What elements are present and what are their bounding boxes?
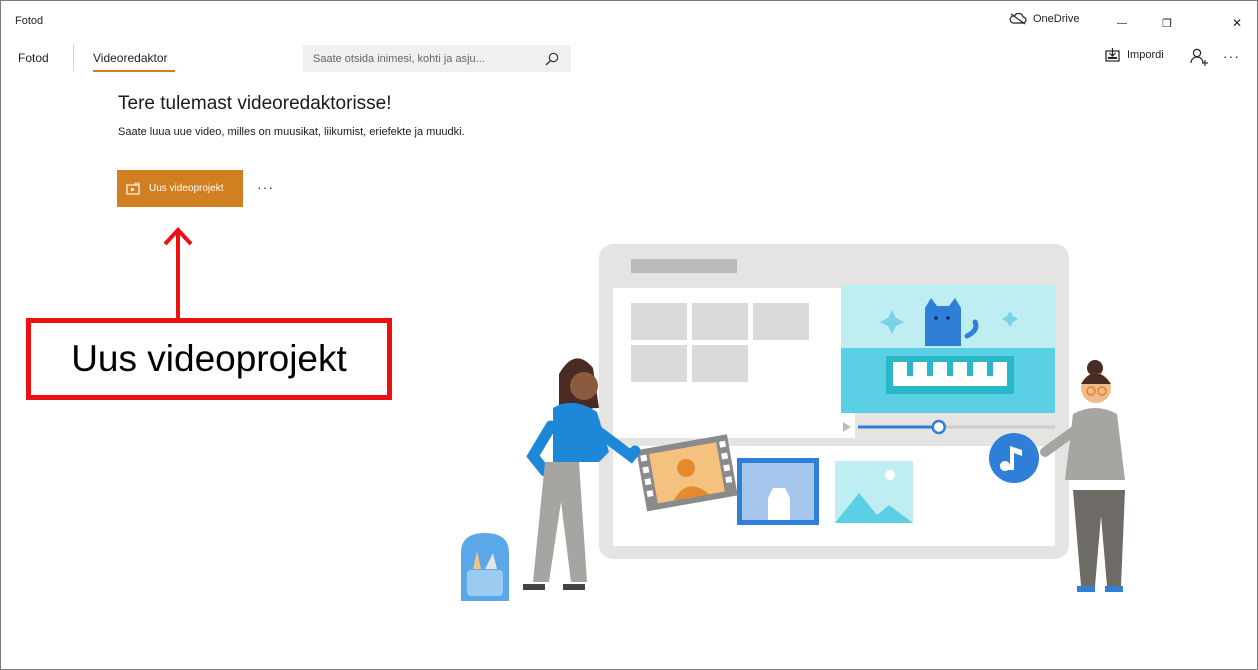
close-icon: ✕ [1231,16,1243,30]
video-project-icon [126,182,140,195]
more-options-button[interactable]: ··· [1223,48,1240,64]
tab-photos[interactable]: Fotod [18,51,49,65]
tab-video-editor[interactable]: Videoredaktor [93,51,168,65]
new-video-project-label: Uus videoprojekt [149,183,224,194]
cloud-off-icon [1009,13,1027,25]
app-title: Fotod [15,15,44,27]
welcome-illustration [461,244,1127,601]
illustration-slider-knob [931,419,947,435]
annotation-callout-text: Uus videoprojekt [71,338,347,379]
import-icon [1105,48,1120,62]
import-button[interactable]: Impordi [1105,48,1164,62]
search-input[interactable] [313,52,523,65]
page-subtitle: Saate luua uue video, milles on muusikat… [118,126,465,138]
annotation-arrow [163,227,193,322]
annotation-callout: Uus videoprojekt [26,318,392,400]
title-bar: Fotod OneDrive — ❐ ✕ [1,1,1257,41]
nav-divider [73,45,74,71]
onedrive-button[interactable]: OneDrive [1009,13,1079,25]
minimize-button[interactable]: — [1102,9,1142,37]
project-more-button[interactable]: ··· [257,179,274,195]
close-button[interactable]: ✕ [1217,9,1257,37]
illustration-backpack [461,533,509,601]
add-person-icon[interactable] [1189,47,1209,67]
new-video-project-button[interactable]: Uus videoprojekt [117,170,243,207]
search-icon[interactable] [545,52,559,66]
page-title: Tere tulemast videoredaktorisse! [118,93,392,114]
import-label: Impordi [1127,49,1164,61]
minimize-icon: — [1117,17,1127,29]
restore-icon: ❐ [1162,17,1172,30]
search-box[interactable] [303,45,571,72]
app-window: Fotod OneDrive — ❐ ✕ Fotod Videoredaktor [0,0,1258,670]
restore-button[interactable]: ❐ [1147,9,1187,37]
onedrive-label: OneDrive [1033,13,1080,25]
illustration-title-bar [631,259,737,273]
tab-active-indicator [93,70,175,72]
